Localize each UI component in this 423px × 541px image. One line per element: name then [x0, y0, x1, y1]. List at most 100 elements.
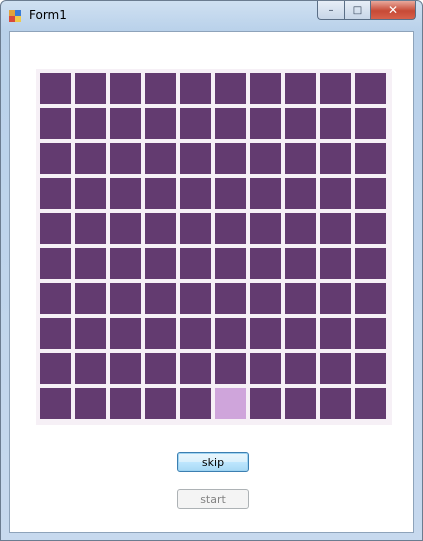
board-cell-r2-c6[interactable]: [215, 108, 246, 139]
board-cell-r6-c5[interactable]: [180, 248, 211, 279]
board-cell-r6-c2[interactable]: [75, 248, 106, 279]
board-cell-r5-c3[interactable]: [110, 213, 141, 244]
board-cell-r7-c3[interactable]: [110, 283, 141, 314]
board-cell-r2-c4[interactable]: [145, 108, 176, 139]
board-cell-r10-c3[interactable]: [110, 388, 141, 419]
board-cell-r6-c7[interactable]: [250, 248, 281, 279]
board-cell-r4-c3[interactable]: [110, 178, 141, 209]
board-cell-r1-c2[interactable]: [75, 73, 106, 104]
skip-button[interactable]: skip: [177, 452, 249, 472]
board-cell-r8-c1[interactable]: [40, 318, 71, 349]
title-bar[interactable]: Form1 – □ ✕: [1, 1, 422, 31]
board-cell-r6-c1[interactable]: [40, 248, 71, 279]
board-cell-r1-c6[interactable]: [215, 73, 246, 104]
board-cell-r2-c8[interactable]: [285, 108, 316, 139]
board-cell-r8-c6[interactable]: [215, 318, 246, 349]
board-cell-r5-c4[interactable]: [145, 213, 176, 244]
board-cell-r3-c8[interactable]: [285, 143, 316, 174]
board-cell-r9-c10[interactable]: [355, 353, 386, 384]
board-cell-r10-c5[interactable]: [180, 388, 211, 419]
board-cell-r3-c5[interactable]: [180, 143, 211, 174]
board-cell-r8-c10[interactable]: [355, 318, 386, 349]
board-cell-r6-c8[interactable]: [285, 248, 316, 279]
board-cell-r2-c1[interactable]: [40, 108, 71, 139]
board-cell-r4-c10[interactable]: [355, 178, 386, 209]
board-cell-r9-c9[interactable]: [320, 353, 351, 384]
board-cell-r9-c4[interactable]: [145, 353, 176, 384]
board-cell-r10-c6[interactable]: [215, 388, 246, 419]
board-cell-r1-c3[interactable]: [110, 73, 141, 104]
board-cell-r3-c3[interactable]: [110, 143, 141, 174]
board-cell-r9-c7[interactable]: [250, 353, 281, 384]
board-cell-r5-c9[interactable]: [320, 213, 351, 244]
board-cell-r4-c2[interactable]: [75, 178, 106, 209]
board-cell-r8-c4[interactable]: [145, 318, 176, 349]
board-cell-r4-c7[interactable]: [250, 178, 281, 209]
board-cell-r4-c8[interactable]: [285, 178, 316, 209]
board-cell-r1-c4[interactable]: [145, 73, 176, 104]
board-cell-r6-c3[interactable]: [110, 248, 141, 279]
board-cell-r1-c5[interactable]: [180, 73, 211, 104]
board-cell-r10-c7[interactable]: [250, 388, 281, 419]
maximize-button[interactable]: □: [344, 1, 370, 20]
board-cell-r7-c9[interactable]: [320, 283, 351, 314]
board-cell-r2-c5[interactable]: [180, 108, 211, 139]
board-cell-r3-c1[interactable]: [40, 143, 71, 174]
board-cell-r3-c10[interactable]: [355, 143, 386, 174]
board-cell-r1-c8[interactable]: [285, 73, 316, 104]
board-cell-r7-c5[interactable]: [180, 283, 211, 314]
board-cell-r8-c5[interactable]: [180, 318, 211, 349]
board-cell-r3-c6[interactable]: [215, 143, 246, 174]
board-cell-r10-c4[interactable]: [145, 388, 176, 419]
board-cell-r10-c10[interactable]: [355, 388, 386, 419]
board-cell-r2-c7[interactable]: [250, 108, 281, 139]
board-cell-r2-c3[interactable]: [110, 108, 141, 139]
minimize-button[interactable]: –: [317, 1, 344, 20]
board-cell-r9-c2[interactable]: [75, 353, 106, 384]
board-cell-r4-c1[interactable]: [40, 178, 71, 209]
board-cell-r6-c4[interactable]: [145, 248, 176, 279]
board-cell-r5-c6[interactable]: [215, 213, 246, 244]
board-cell-r9-c5[interactable]: [180, 353, 211, 384]
board-cell-r8-c7[interactable]: [250, 318, 281, 349]
board-cell-r2-c2[interactable]: [75, 108, 106, 139]
board-cell-r10-c2[interactable]: [75, 388, 106, 419]
board-cell-r5-c1[interactable]: [40, 213, 71, 244]
board-cell-r2-c9[interactable]: [320, 108, 351, 139]
board-cell-r7-c10[interactable]: [355, 283, 386, 314]
board-cell-r4-c5[interactable]: [180, 178, 211, 209]
board-cell-r9-c3[interactable]: [110, 353, 141, 384]
board-cell-r6-c9[interactable]: [320, 248, 351, 279]
board-cell-r10-c8[interactable]: [285, 388, 316, 419]
board-cell-r7-c1[interactable]: [40, 283, 71, 314]
board-cell-r8-c9[interactable]: [320, 318, 351, 349]
board-cell-r10-c9[interactable]: [320, 388, 351, 419]
board-cell-r4-c9[interactable]: [320, 178, 351, 209]
board-cell-r7-c2[interactable]: [75, 283, 106, 314]
board-cell-r7-c4[interactable]: [145, 283, 176, 314]
board-cell-r3-c9[interactable]: [320, 143, 351, 174]
board-cell-r5-c5[interactable]: [180, 213, 211, 244]
board-cell-r1-c7[interactable]: [250, 73, 281, 104]
board-cell-r5-c10[interactable]: [355, 213, 386, 244]
board-cell-r9-c1[interactable]: [40, 353, 71, 384]
board-cell-r4-c4[interactable]: [145, 178, 176, 209]
board-cell-r6-c6[interactable]: [215, 248, 246, 279]
board-cell-r10-c1[interactable]: [40, 388, 71, 419]
board-cell-r7-c8[interactable]: [285, 283, 316, 314]
board-cell-r7-c7[interactable]: [250, 283, 281, 314]
board-cell-r8-c8[interactable]: [285, 318, 316, 349]
board-cell-r5-c8[interactable]: [285, 213, 316, 244]
board-cell-r1-c9[interactable]: [320, 73, 351, 104]
board-cell-r6-c10[interactable]: [355, 248, 386, 279]
board-cell-r1-c1[interactable]: [40, 73, 71, 104]
board-cell-r3-c2[interactable]: [75, 143, 106, 174]
board-cell-r5-c7[interactable]: [250, 213, 281, 244]
board-cell-r9-c8[interactable]: [285, 353, 316, 384]
board-cell-r4-c6[interactable]: [215, 178, 246, 209]
board-cell-r1-c10[interactable]: [355, 73, 386, 104]
board-cell-r8-c3[interactable]: [110, 318, 141, 349]
board-cell-r5-c2[interactable]: [75, 213, 106, 244]
board-cell-r3-c7[interactable]: [250, 143, 281, 174]
board-cell-r7-c6[interactable]: [215, 283, 246, 314]
